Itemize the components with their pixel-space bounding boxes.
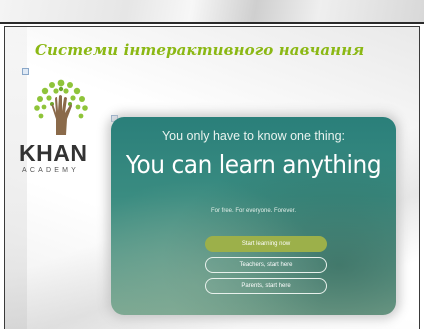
previous-slide-band <box>0 0 424 24</box>
teachers-start-button[interactable]: Teachers, start here <box>205 257 327 273</box>
parents-start-button[interactable]: Parents, start here <box>205 278 327 294</box>
hero-intro: You only have to know one thing: <box>161 129 345 143</box>
slide-title: Системи інтерактивного навчання <box>35 41 365 59</box>
tree-icon <box>34 79 88 135</box>
logo-subtitle: ACADEMY <box>22 167 80 174</box>
logo-name: KHAN <box>19 140 88 166</box>
khan-academy-hero-banner: You only have to know one thing: You can… <box>111 117 396 315</box>
slide-frame: Системи інтерактивного навчання KHAN ACA… <box>4 26 420 329</box>
start-learning-button[interactable]: Start learning now <box>205 236 327 252</box>
hero-tagline: For free. For everyone. Forever. <box>210 208 297 214</box>
khan-academy-tree-logo <box>32 77 90 142</box>
placeholder-marker <box>22 68 29 75</box>
hero-headline: You can learn anything <box>125 150 382 179</box>
